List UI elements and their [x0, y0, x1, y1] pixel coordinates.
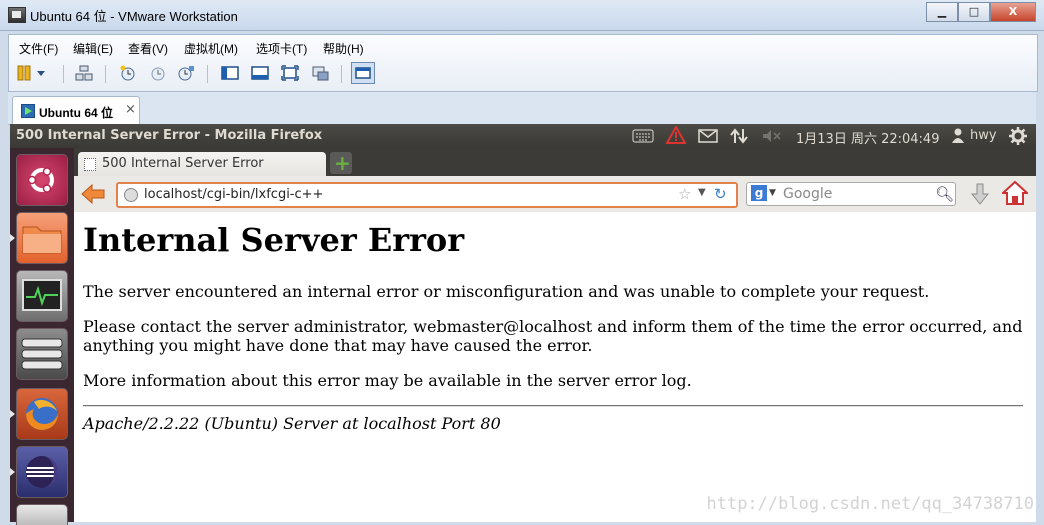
update-warning-icon[interactable] — [666, 126, 686, 144]
search-icon[interactable]: 🔍︎ — [935, 185, 954, 203]
launcher-running-pip — [10, 468, 15, 476]
plus-icon: + — [334, 151, 351, 175]
url-bar[interactable]: localhost/cgi-bin/lxfcgi-c++ ☆ ▼ ↻ — [116, 182, 738, 208]
menu-help[interactable]: 帮助(H) — [323, 40, 364, 57]
firefox-tab-title: 500 Internal Server Error — [102, 156, 264, 171]
ubuntu-logo-icon — [27, 167, 54, 193]
error-paragraph-1: The server encountered an internal error… — [83, 282, 930, 301]
show-library-icon[interactable] — [221, 65, 239, 81]
menu-vm[interactable]: 虚拟机(M) — [184, 40, 238, 57]
new-tab-button[interactable]: + — [330, 151, 352, 175]
dash-home-button[interactable] — [16, 154, 68, 206]
send-ctrl-alt-del-icon[interactable] — [75, 65, 93, 81]
launcher-eclipse[interactable] — [16, 446, 68, 498]
launcher-system-monitor[interactable] — [16, 270, 68, 322]
launcher-running-pip — [10, 410, 15, 418]
page-content: Internal Server Error The server encount… — [74, 212, 1036, 522]
console-view-icon[interactable] — [351, 62, 375, 84]
site-identity-icon[interactable] — [124, 188, 138, 202]
unity-icon[interactable] — [311, 65, 329, 81]
search-bar[interactable]: g ▼ Google 🔍︎ — [746, 182, 956, 206]
menu-edit[interactable]: 编辑(E) — [73, 40, 113, 57]
google-engine-icon[interactable]: g — [751, 185, 767, 201]
firefox-tab-bar: 500 Internal Server Error + — [74, 148, 1036, 176]
launcher-files[interactable] — [16, 212, 68, 264]
panel-clock[interactable]: 1月13日 周六 22:04:49 — [796, 128, 939, 147]
vm-tab-label: Ubuntu 64 位 — [39, 106, 113, 120]
error-heading: Internal Server Error — [83, 221, 465, 259]
window-controls: ▁ □ X — [926, 2, 1036, 22]
user-icon — [952, 128, 964, 143]
page-favicon-icon — [84, 158, 96, 171]
revert-snapshot-icon[interactable] — [149, 65, 167, 81]
menu-view[interactable]: 查看(V) — [128, 40, 168, 57]
server-signature: Apache/2.2.22 (Ubuntu) Server at localho… — [83, 414, 501, 433]
history-dropdown-icon[interactable]: ▼ — [698, 187, 706, 198]
menu-file[interactable]: 文件(F) — [19, 40, 58, 57]
session-gear-icon[interactable] — [1009, 127, 1027, 145]
panel-user-name[interactable]: hwy — [970, 128, 997, 143]
launcher-storage[interactable] — [16, 328, 68, 380]
error-paragraph-3: More information about this error may be… — [83, 371, 692, 390]
url-text[interactable]: localhost/cgi-bin/lxfcgi-c++ — [144, 187, 323, 202]
watermark: http://blog.csdn.net/qq_34738710 — [706, 494, 1034, 514]
full-screen-icon[interactable] — [281, 65, 299, 81]
pause-icon[interactable] — [17, 65, 47, 81]
toolbar-separator — [207, 65, 208, 83]
vmware-tab-strip: Ubuntu 64 位 × — [8, 92, 1036, 125]
vm-tab-ubuntu[interactable]: Ubuntu 64 位 × — [12, 96, 140, 125]
toolbar-separator — [63, 65, 64, 83]
home-icon[interactable] — [1002, 180, 1028, 206]
vmware-title-bar: Ubuntu 64 位 - VMware Workstation ▁ □ X — [0, 0, 1044, 31]
launcher-firefox[interactable] — [16, 388, 68, 440]
minimize-button[interactable]: ▁ — [926, 2, 958, 22]
active-window-title: 500 Internal Server Error - Mozilla Fire… — [16, 128, 323, 143]
toolbar-separator — [105, 65, 106, 83]
engine-dropdown-icon[interactable]: ▼ — [769, 188, 776, 198]
storage-icon — [21, 338, 63, 370]
bookmark-star-icon[interactable]: ☆ — [678, 185, 691, 203]
keyboard-icon[interactable] — [632, 129, 654, 143]
toolbar-separator — [341, 65, 342, 83]
messaging-icon[interactable] — [698, 129, 718, 143]
window-right-border — [1036, 92, 1044, 522]
system-monitor-icon — [22, 279, 62, 311]
back-arrow-icon[interactable] — [80, 182, 106, 206]
launcher-running-pip — [10, 234, 15, 242]
error-paragraph-2: Please contact the server administrator,… — [83, 317, 1023, 355]
snapshot-icon[interactable] — [119, 65, 137, 81]
firefox-nav-bar: localhost/cgi-bin/lxfcgi-c++ ☆ ▼ ↻ g ▼ G… — [74, 176, 1036, 213]
eclipse-icon — [26, 456, 58, 488]
ubuntu-top-panel: 500 Internal Server Error - Mozilla Fire… — [10, 124, 1036, 148]
maximize-button[interactable]: □ — [958, 2, 990, 22]
firefox-tab-active[interactable]: 500 Internal Server Error — [78, 152, 326, 176]
reload-icon[interactable]: ↻ — [714, 185, 727, 203]
vmware-app-icon — [8, 7, 26, 23]
search-placeholder[interactable]: Google — [783, 186, 832, 202]
snapshot-manager-icon[interactable] — [177, 65, 195, 81]
horizontal-rule — [83, 405, 1023, 407]
vm-running-icon — [21, 104, 35, 118]
network-icon[interactable] — [730, 127, 748, 145]
vmware-menubar: 文件(F) 编辑(E) 查看(V) 虚拟机(M) 选项卡(T) 帮助(H) — [8, 34, 1038, 92]
close-button[interactable]: X — [990, 2, 1036, 22]
vm-tab-close-icon[interactable]: × — [125, 102, 136, 117]
vmware-window-title: Ubuntu 64 位 - VMware Workstation — [30, 9, 238, 24]
thumbnail-bar-icon[interactable] — [251, 65, 269, 81]
ubuntu-launcher — [10, 148, 74, 525]
folder-icon — [22, 226, 62, 254]
firefox-icon — [26, 398, 58, 430]
sound-muted-icon[interactable] — [762, 129, 782, 143]
downloads-icon[interactable] — [970, 182, 990, 206]
menu-tabs[interactable]: 选项卡(T) — [256, 40, 307, 57]
